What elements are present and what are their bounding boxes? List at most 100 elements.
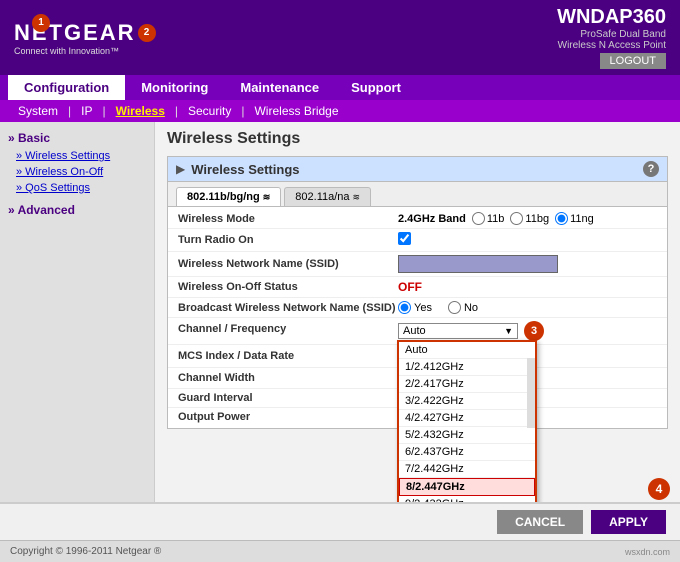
annotation-3: 3 [524, 321, 544, 341]
sidebar: » Basic » Wireless Settings » Wireless O… [0, 122, 155, 502]
channel-dropdown-area: Auto ▼ 3 [398, 321, 544, 341]
radio-11bg-label: 11bg [525, 213, 549, 225]
nav-item-configuration[interactable]: Configuration [8, 75, 125, 100]
sidebar-section-basic[interactable]: » Basic [0, 128, 154, 148]
logo: 1 NETGEAR 2 Connect with Innovation™ [14, 20, 156, 56]
channel-dropdown-arrow: ▼ [504, 326, 513, 336]
radio-on-value [398, 232, 411, 248]
broadcast-no-input[interactable] [448, 301, 461, 314]
dropdown-item-3[interactable]: 3/2.422GHz [399, 393, 535, 410]
sub-nav-sep3: | [175, 104, 178, 118]
dropdown-item-4[interactable]: 4/2.427GHz [399, 410, 535, 427]
cancel-button[interactable]: CANCEL [497, 510, 583, 534]
settings-box: ▶ Wireless Settings ? 802.11b/bg/ng ≋ 80… [167, 156, 668, 429]
radio-11b-label: 11b [487, 213, 505, 225]
broadcast-no-label: No [464, 302, 478, 314]
sub-nav-wireless[interactable]: Wireless [108, 102, 173, 120]
product-line1: ProSafe Dual Band [557, 29, 666, 40]
radio-11ng-input[interactable] [555, 212, 568, 225]
form-row-ssid: Wireless Network Name (SSID) [168, 252, 667, 277]
dropdown-item-5[interactable]: 5/2.432GHz [399, 427, 535, 444]
radio-11b[interactable]: 11b [472, 212, 505, 225]
ssid-value [398, 255, 558, 273]
dropdown-item-auto[interactable]: Auto [399, 342, 535, 359]
settings-box-expand[interactable]: ▶ [176, 162, 185, 176]
broadcast-no[interactable]: No [448, 301, 478, 314]
sub-nav-sep2: | [102, 104, 105, 118]
channel-dropdown-trigger[interactable]: Auto ▼ [398, 323, 518, 339]
header: 1 NETGEAR 2 Connect with Innovation™ WND… [0, 0, 680, 75]
dropdown-item-2[interactable]: 2/2.417GHz [399, 376, 535, 393]
sidebar-section-advanced[interactable]: » Advanced [0, 200, 154, 220]
dropdown-item-7[interactable]: 7/2.442GHz [399, 461, 535, 478]
wsxdn-watermark: wsxdn.com [625, 547, 670, 557]
dropdown-item-6[interactable]: 6/2.437GHz [399, 444, 535, 461]
form-row-channel: Channel / Frequency Auto ▼ 3 Auto [168, 318, 667, 345]
sub-nav-sep1: | [68, 104, 71, 118]
page-title: Wireless Settings [167, 130, 668, 148]
band-label: 2.4GHz Band [398, 213, 466, 225]
label-ssid: Wireless Network Name (SSID) [178, 258, 398, 270]
label-channel-width: Channel Width [178, 372, 398, 384]
radio-11bg-input[interactable] [510, 212, 523, 225]
tab-80211b[interactable]: 802.11b/bg/ng ≋ [176, 187, 281, 206]
broadcast-ssid-options: Yes No [398, 301, 478, 314]
top-nav: Configuration Monitoring Maintenance Sup… [0, 75, 680, 100]
nav-item-monitoring[interactable]: Monitoring [125, 75, 224, 100]
ssid-input[interactable] [398, 255, 558, 273]
dropdown-scrollbar-track [527, 358, 535, 428]
broadcast-yes-input[interactable] [398, 301, 411, 314]
sidebar-item-wireless-settings[interactable]: » Wireless Settings [0, 148, 154, 164]
annotation-1: 1 [32, 14, 50, 32]
sub-nav-ip[interactable]: IP [73, 102, 100, 120]
apply-button[interactable]: APPLY [591, 510, 666, 534]
dropdown-item-1[interactable]: 1/2.412GHz [399, 359, 535, 376]
footer-bar: 4 CANCEL APPLY [0, 502, 680, 540]
sub-nav-security[interactable]: Security [180, 102, 239, 120]
channel-selected-value: Auto [403, 325, 504, 337]
copyright-bar: Copyright © 1996-2011 Netgear ® wsxdn.co… [0, 540, 680, 562]
label-wireless-mode: Wireless Mode [178, 213, 398, 225]
sidebar-item-wireless-onoff[interactable]: » Wireless On-Off [0, 164, 154, 180]
radio-11bg[interactable]: 11bg [510, 212, 549, 225]
label-broadcast-ssid: Broadcast Wireless Network Name (SSID) [178, 302, 398, 314]
wifi-icon-1: ≋ [263, 192, 271, 203]
form-row-broadcast-ssid: Broadcast Wireless Network Name (SSID) Y… [168, 298, 667, 318]
logout-button[interactable]: LOGOUT [600, 53, 666, 69]
sidebar-item-qos[interactable]: » QoS Settings [0, 180, 154, 196]
off-badge: OFF [398, 280, 422, 294]
dropdown-item-1-label: 1/2.412GHz [405, 361, 464, 373]
wifi-icon-2: ≋ [353, 192, 361, 203]
sub-nav-system[interactable]: System [10, 102, 66, 120]
radio-11ng[interactable]: 11ng [555, 212, 594, 225]
nav-item-support[interactable]: Support [335, 75, 417, 100]
settings-header: ▶ Wireless Settings ? [168, 157, 667, 182]
radio-on-checkbox[interactable] [398, 232, 411, 245]
main-body: » Basic » Wireless Settings » Wireless O… [0, 122, 680, 502]
dropdown-item-9[interactable]: 9/2.432GHz [399, 496, 535, 502]
brand-sub: Connect with Innovation™ [14, 46, 156, 56]
help-icon[interactable]: ? [643, 161, 659, 177]
broadcast-yes[interactable]: Yes [398, 301, 432, 314]
sub-nav-sep4: | [241, 104, 244, 118]
product-model: WNDAP360 [557, 6, 666, 29]
dropdown-item-8[interactable]: 8/2.447GHz [399, 478, 535, 496]
label-channel: Channel / Frequency [178, 321, 398, 335]
label-onoff-status: Wireless On-Off Status [178, 281, 398, 293]
sub-nav-wireless-bridge[interactable]: Wireless Bridge [246, 102, 346, 120]
channel-dropdown-list[interactable]: Auto 1/2.412GHz 2/2.417GHz 3/2.422GHz 4/… [397, 340, 537, 502]
radio-11ng-label: 11ng [570, 213, 594, 225]
sub-nav: System | IP | Wireless | Security | Wire… [0, 100, 680, 122]
form-row-wireless-mode: Wireless Mode 2.4GHz Band 11b 11bg [168, 209, 667, 229]
label-radio-on: Turn Radio On [178, 234, 398, 246]
radio-11b-input[interactable] [472, 212, 485, 225]
tabs-bar: 802.11b/bg/ng ≋ 802.11a/na ≋ [168, 182, 667, 207]
nav-item-maintenance[interactable]: Maintenance [224, 75, 335, 100]
annotation-2: 2 [138, 24, 156, 42]
tab-80211a[interactable]: 802.11a/na ≋ [284, 187, 371, 206]
label-mcs: MCS Index / Data Rate [178, 350, 398, 362]
band-options: 2.4GHz Band 11b 11bg 11ng [398, 212, 594, 225]
form-row-onoff-status: Wireless On-Off Status OFF [168, 277, 667, 298]
product-line2: Wireless N Access Point [557, 40, 666, 51]
label-guard-interval: Guard Interval [178, 392, 398, 404]
